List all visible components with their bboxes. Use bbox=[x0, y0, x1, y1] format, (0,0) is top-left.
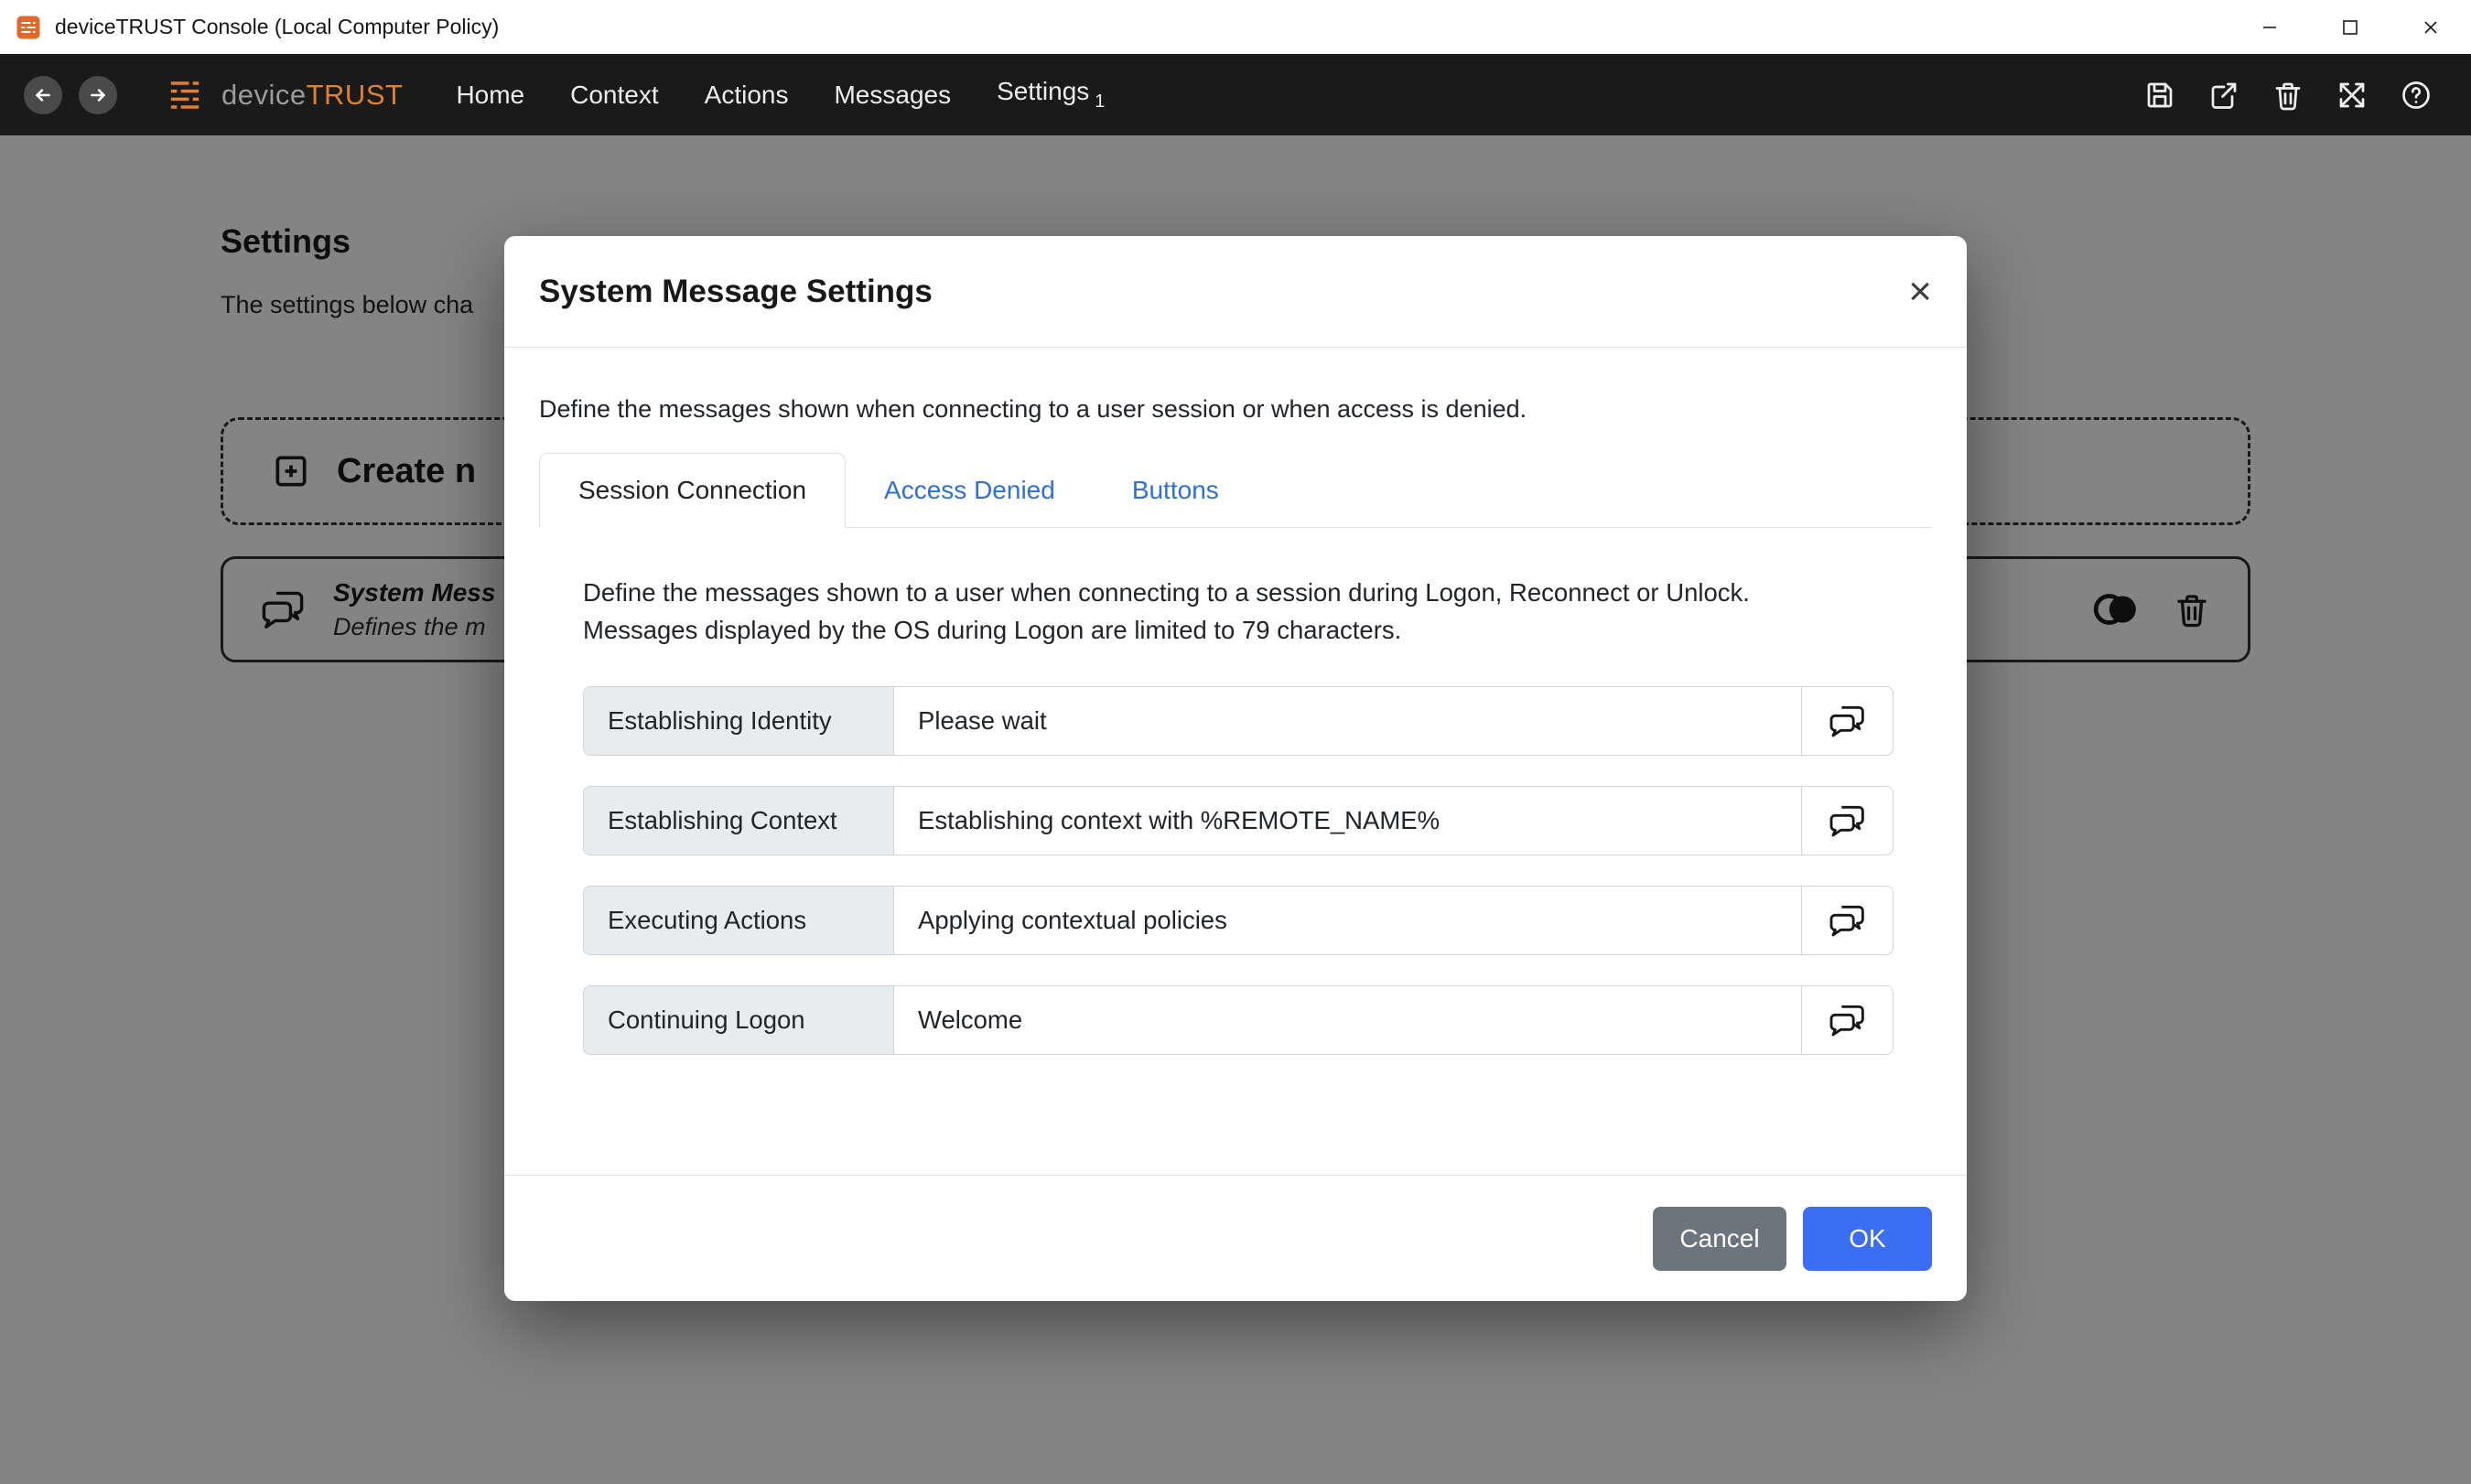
dialog-header: System Message Settings × bbox=[504, 236, 1967, 348]
establishing-identity-input[interactable] bbox=[893, 686, 1802, 756]
field-label: Establishing Context bbox=[583, 786, 893, 855]
message-row-continuing-logon: Continuing Logon bbox=[583, 985, 1894, 1055]
nav-item-label: Home bbox=[456, 81, 524, 109]
export-button[interactable] bbox=[2206, 77, 2242, 113]
fullscreen-button[interactable] bbox=[2334, 77, 2370, 113]
message-preview-button[interactable] bbox=[1802, 686, 1894, 756]
nav-items: Home Context Actions Messages Settings 1 bbox=[456, 77, 1105, 113]
help-button[interactable] bbox=[2398, 77, 2434, 113]
nav-item-label: Context bbox=[570, 81, 659, 109]
delete-button[interactable] bbox=[2270, 77, 2306, 113]
brand-text: deviceTRUST bbox=[221, 79, 403, 112]
nav-item-label: Actions bbox=[705, 81, 789, 109]
brand-trust: TRUST bbox=[307, 79, 404, 111]
panel-description: Define the messages shown to a user when… bbox=[583, 574, 1855, 650]
chat-bubbles-icon bbox=[1828, 902, 1868, 939]
close-button[interactable] bbox=[2390, 0, 2471, 54]
nav-item-settings[interactable]: Settings 1 bbox=[997, 77, 1105, 113]
chat-bubbles-icon bbox=[1828, 1002, 1868, 1038]
establishing-context-input[interactable] bbox=[893, 786, 1802, 855]
devicetrust-logo-icon bbox=[161, 71, 209, 119]
export-icon bbox=[2207, 79, 2240, 112]
app-icon bbox=[15, 14, 42, 41]
message-row-establishing-identity: Establishing Identity bbox=[583, 686, 1894, 756]
field-label: Continuing Logon bbox=[583, 985, 893, 1055]
chat-bubbles-icon bbox=[1828, 703, 1868, 739]
message-preview-button[interactable] bbox=[1802, 886, 1894, 955]
main-navbar: deviceTRUST Home Context Actions Message… bbox=[0, 54, 2471, 135]
minimize-icon bbox=[2259, 16, 2281, 38]
message-row-executing-actions: Executing Actions bbox=[583, 886, 1894, 955]
trash-icon bbox=[2271, 79, 2304, 112]
minimize-button[interactable] bbox=[2229, 0, 2310, 54]
window-controls bbox=[2229, 0, 2471, 54]
nav-item-label: Messages bbox=[834, 81, 951, 109]
dialog-close-button[interactable]: × bbox=[1908, 272, 1932, 312]
close-icon bbox=[2420, 16, 2442, 38]
tab-session-connection[interactable]: Session Connection bbox=[539, 453, 846, 528]
continuing-logon-input[interactable] bbox=[893, 985, 1802, 1055]
nav-item-actions[interactable]: Actions bbox=[705, 81, 789, 110]
message-preview-button[interactable] bbox=[1802, 786, 1894, 855]
message-preview-button[interactable] bbox=[1802, 985, 1894, 1055]
session-connection-panel: Define the messages shown to a user when… bbox=[583, 574, 1932, 1055]
chat-bubbles-icon bbox=[1828, 802, 1868, 839]
nav-item-label: Settings bbox=[997, 77, 1089, 105]
ok-button[interactable]: OK bbox=[1803, 1207, 1932, 1271]
tab-buttons[interactable]: Buttons bbox=[1094, 453, 1257, 527]
forward-arrow-icon bbox=[86, 83, 110, 107]
cancel-button[interactable]: Cancel bbox=[1653, 1207, 1786, 1271]
fullscreen-icon bbox=[2336, 79, 2368, 112]
field-label: Establishing Identity bbox=[583, 686, 893, 756]
dialog-description: Define the messages shown when connectin… bbox=[539, 395, 1932, 424]
settings-count-badge: 1 bbox=[1095, 91, 1105, 112]
executing-actions-input[interactable] bbox=[893, 886, 1802, 955]
dialog-tabs: Session Connection Access Denied Buttons bbox=[539, 453, 1932, 528]
window-title: deviceTRUST Console (Local Computer Poli… bbox=[55, 15, 2229, 39]
brand-device: device bbox=[221, 79, 307, 111]
nav-item-messages[interactable]: Messages bbox=[834, 81, 951, 110]
window-titlebar: deviceTRUST Console (Local Computer Poli… bbox=[0, 0, 2471, 54]
help-icon bbox=[2400, 79, 2433, 112]
maximize-button[interactable] bbox=[2310, 0, 2390, 54]
dialog-title: System Message Settings bbox=[539, 274, 933, 310]
navbar-action-icons bbox=[2142, 77, 2447, 113]
field-label: Executing Actions bbox=[583, 886, 893, 955]
save-icon bbox=[2143, 79, 2176, 112]
message-row-establishing-context: Establishing Context bbox=[583, 786, 1894, 855]
nav-item-home[interactable]: Home bbox=[456, 81, 524, 110]
back-arrow-icon bbox=[31, 83, 55, 107]
maximize-icon bbox=[2339, 16, 2361, 38]
nav-item-context[interactable]: Context bbox=[570, 81, 659, 110]
tab-access-denied[interactable]: Access Denied bbox=[846, 453, 1094, 527]
forward-button[interactable] bbox=[79, 76, 117, 114]
save-button[interactable] bbox=[2142, 77, 2178, 113]
brand: deviceTRUST bbox=[161, 71, 403, 119]
dialog-footer: Cancel OK bbox=[504, 1175, 1967, 1301]
system-message-settings-dialog: System Message Settings × Define the mes… bbox=[504, 236, 1967, 1301]
back-button[interactable] bbox=[24, 76, 62, 114]
